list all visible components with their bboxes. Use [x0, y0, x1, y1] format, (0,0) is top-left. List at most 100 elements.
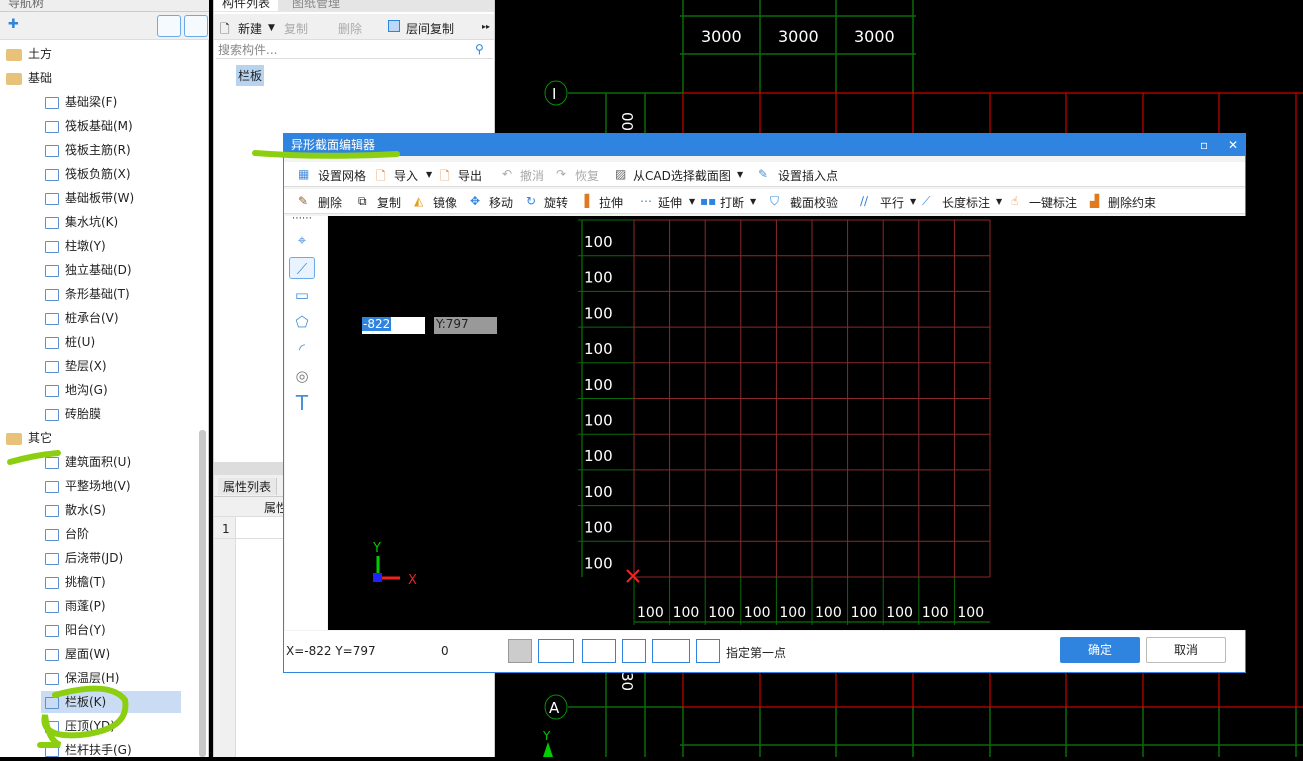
tree-item-label: 集水坑(K) — [65, 215, 119, 229]
length-dim-button[interactable]: 长度标注 — [942, 194, 990, 211]
add-icon[interactable]: ✚ — [8, 17, 19, 32]
tip-button[interactable] — [696, 639, 720, 663]
chevron-down-icon[interactable]: ▼ — [910, 197, 916, 206]
tree-group[interactable]: 土方 — [6, 43, 52, 65]
select-from-cad-button[interactable]: 从CAD选择截面图 — [633, 167, 731, 184]
tree-item[interactable]: 筏板基础(M) — [41, 115, 181, 137]
delete-constraint-button[interactable]: 删除约束 — [1108, 194, 1156, 211]
search-icon[interactable]: ⚲ — [475, 42, 484, 56]
extend-button[interactable]: 延伸 — [658, 194, 682, 211]
tree-item[interactable]: 建筑面积(U) — [41, 451, 181, 473]
extend-icon: ⋯ — [640, 194, 652, 208]
tab-drawing-management[interactable]: 图纸管理 — [284, 0, 348, 11]
text-tool-icon[interactable]: T — [289, 392, 315, 414]
import-button[interactable]: 导入 — [394, 167, 418, 184]
set-grid-button[interactable]: 设置网格 — [318, 167, 366, 184]
tree-item[interactable]: 桩承台(V) — [41, 307, 181, 329]
tree-item[interactable]: 栏板(K) — [41, 691, 181, 713]
rectangle-tool-icon[interactable]: ▭ — [289, 284, 315, 306]
cancel-button[interactable]: 取消 — [1146, 637, 1226, 663]
component-icon — [45, 360, 59, 373]
tab-property-list[interactable]: 属性列表 — [218, 478, 278, 495]
tree-item[interactable]: 基础板带(W) — [41, 187, 181, 209]
snap-settings-button[interactable] — [538, 639, 574, 663]
new-button[interactable]: 新建 — [238, 20, 262, 37]
tree-item[interactable]: 栏杆扶手(G) — [41, 739, 181, 761]
ok-button[interactable]: 确定 — [1060, 637, 1140, 663]
mirror-button[interactable]: 镜像 — [433, 194, 457, 211]
tree-item[interactable]: 筏板主筋(R) — [41, 139, 181, 161]
set-insert-point-button[interactable]: 设置插入点 — [778, 167, 838, 184]
tree-item[interactable]: 桩(U) — [41, 331, 181, 353]
tree-item[interactable]: 独立基础(D) — [41, 259, 181, 281]
tree-group[interactable]: 其它 — [6, 427, 52, 449]
tree-item[interactable]: 基础梁(F) — [41, 91, 181, 113]
check-settings-button[interactable] — [652, 639, 690, 663]
parallel-button[interactable]: 平行 — [880, 194, 904, 211]
dimension-settings-button[interactable] — [582, 639, 616, 663]
copy-button[interactable]: 复制 — [377, 194, 401, 211]
delete-button[interactable]: 删除 — [318, 194, 342, 211]
export-button[interactable]: 导出 — [458, 167, 482, 184]
maximize-icon[interactable]: ▫ — [1200, 134, 1208, 156]
window-view-button[interactable] — [184, 15, 208, 37]
line-tool-icon[interactable]: ⟋ — [289, 257, 315, 279]
tree-item[interactable]: 雨蓬(P) — [41, 595, 181, 617]
copy-button[interactable]: 复制 — [284, 20, 308, 37]
row-header — [214, 517, 236, 757]
chevron-down-icon[interactable]: ▼ — [737, 170, 743, 179]
undo-button[interactable]: 撤消 — [520, 167, 544, 184]
tree-item[interactable]: 条形基础(T) — [41, 283, 181, 305]
stretch-button[interactable]: 拉伸 — [599, 194, 623, 211]
more-icon[interactable]: ▸▸ — [482, 22, 490, 31]
circle-tool-icon[interactable]: ◎ — [289, 365, 315, 387]
rotate-button[interactable]: 旋转 — [544, 194, 568, 211]
component-icon — [45, 408, 59, 421]
tree-item[interactable]: 平整场地(V) — [41, 475, 181, 497]
break-button[interactable]: 打断 — [720, 194, 744, 211]
x-coordinate-input[interactable]: -822 — [362, 317, 425, 334]
hint-button[interactable] — [622, 639, 646, 663]
tree-item[interactable]: 挑檐(T) — [41, 571, 181, 593]
tree-item[interactable]: 集水坑(K) — [41, 211, 181, 233]
chevron-down-icon[interactable]: ▼ — [750, 197, 756, 206]
chevron-down-icon[interactable]: ▼ — [689, 197, 695, 206]
tree-item[interactable]: 筏板负筋(X) — [41, 163, 181, 185]
redo-button[interactable]: 恢复 — [575, 167, 599, 184]
chevron-down-icon[interactable]: ▼ — [996, 197, 1002, 206]
point-tool-icon[interactable]: ⌖ — [289, 229, 315, 251]
tab-component-list[interactable]: 构件列表 — [214, 0, 279, 11]
tree-item[interactable]: 阳台(Y) — [41, 619, 181, 641]
polygon-tool-icon[interactable]: ⬠ — [289, 311, 315, 333]
section-canvas[interactable]: 100 100 100 100 100 100 100 100 100 100 100 100 100 1… — [328, 216, 1246, 630]
tree-item[interactable]: 压顶(YD) — [41, 715, 181, 737]
floor-copy-button[interactable]: 层间复制 — [406, 20, 454, 37]
one-key-dim-button[interactable]: 一键标注 — [1029, 194, 1077, 211]
search-input[interactable]: 搜索构件... — [216, 41, 493, 59]
tree-item[interactable]: 柱墩(Y) — [41, 235, 181, 257]
move-button[interactable]: 移动 — [489, 194, 513, 211]
list-view-button[interactable] — [157, 15, 181, 37]
grid-label-x: 100 — [957, 605, 984, 621]
tree-item-label: 条形基础(T) — [65, 287, 130, 301]
chevron-down-icon[interactable]: ▼ — [268, 23, 275, 33]
list-item[interactable]: 栏板 — [236, 65, 265, 86]
arc-tool-icon[interactable]: ◜ — [289, 338, 315, 360]
tree-item[interactable]: 散水(S) — [41, 499, 181, 521]
ortho-toggle[interactable] — [508, 639, 532, 663]
tree-item[interactable]: 保温层(H) — [41, 667, 181, 689]
tree-item[interactable]: 砖胎膜 — [41, 403, 181, 425]
grip-icon[interactable]: ⋯⋯ — [289, 214, 315, 226]
tree-item[interactable]: 地沟(G) — [41, 379, 181, 401]
component-icon — [45, 720, 59, 733]
section-check-button[interactable]: 截面校验 — [790, 194, 838, 211]
tree-group[interactable]: 基础 — [6, 67, 52, 89]
chevron-down-icon[interactable]: ▼ — [426, 170, 432, 179]
nav-scrollbar[interactable] — [199, 430, 206, 757]
tree-item[interactable]: 垫层(X) — [41, 355, 181, 377]
close-icon[interactable]: ✕ — [1228, 134, 1238, 156]
tree-item[interactable]: 台阶 — [41, 523, 181, 545]
tree-item[interactable]: 后浇带(JD) — [41, 547, 181, 569]
tree-item[interactable]: 屋面(W) — [41, 643, 181, 665]
delete-button[interactable]: 删除 — [338, 20, 362, 37]
